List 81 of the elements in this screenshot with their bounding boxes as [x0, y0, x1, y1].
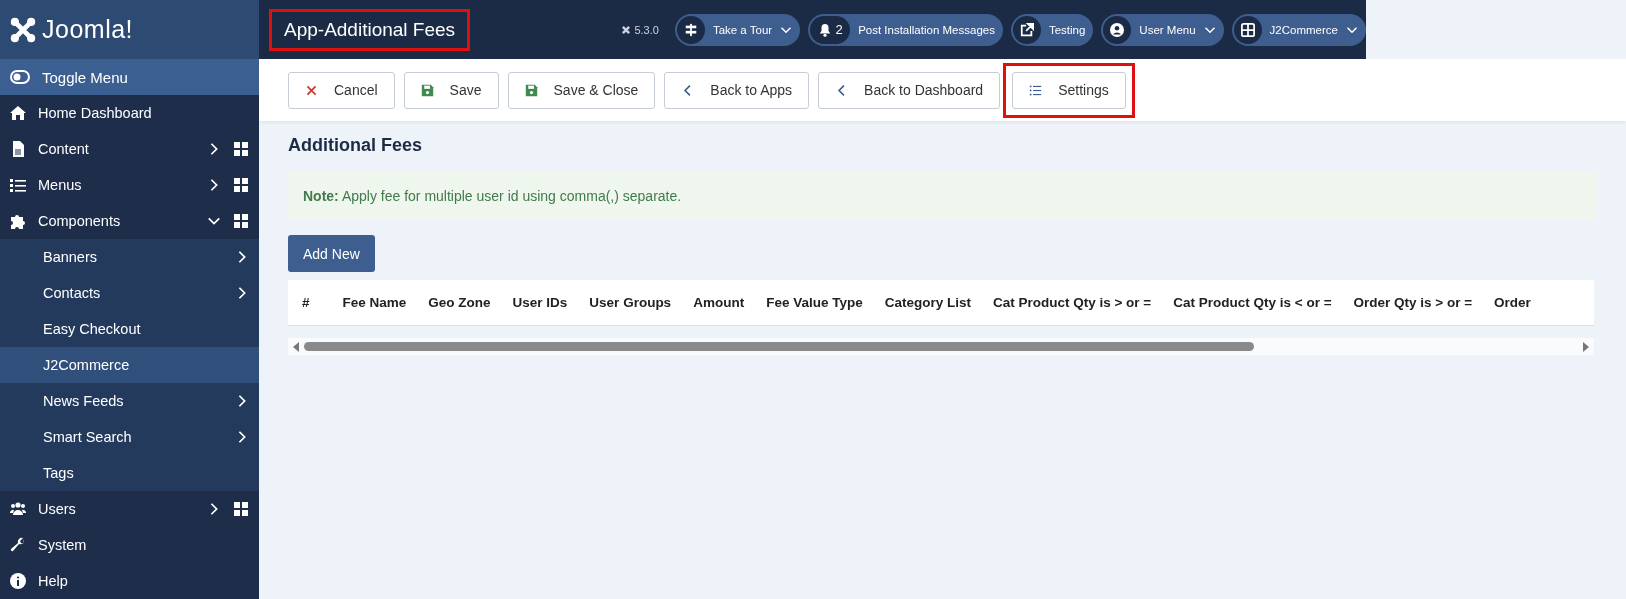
list-icon — [10, 177, 26, 193]
sidebar-item[interactable]: News Feeds — [0, 383, 259, 419]
puzzle-icon — [10, 213, 26, 229]
sidebar-item[interactable]: Contacts — [0, 275, 259, 311]
header-menu-button[interactable]: Take a Tour — [674, 13, 801, 46]
notification-count: 2 — [835, 22, 843, 37]
sidebar-item[interactable]: Easy Checkout — [0, 311, 259, 347]
sidebar-item-label: News Feeds — [43, 393, 125, 409]
toolbar-button[interactable]: Cancel — [288, 71, 395, 109]
toolbar-button[interactable]: Save & Close — [507, 71, 656, 109]
sidebar-item[interactable]: Home Dashboard — [0, 95, 259, 131]
column-header: Amount — [692, 295, 746, 310]
sidebar-item-label: J2Commerce — [43, 357, 131, 373]
toolbar-button[interactable]: Back to Dashboard — [818, 71, 1001, 109]
column-header: Category List — [883, 295, 972, 310]
grid-icon — [1240, 22, 1255, 37]
close-icon — [305, 83, 318, 97]
toolbar-button[interactable]: Save — [403, 71, 499, 109]
user-circle-icon — [1110, 22, 1125, 37]
signpost-icon — [683, 22, 698, 37]
sidebar-item[interactable]: Help — [0, 563, 259, 599]
sidebar-item-label: Content — [38, 141, 90, 157]
sidebar-item-label: Tags — [43, 465, 75, 481]
wrench-icon — [10, 537, 26, 553]
column-header: User IDs — [511, 295, 569, 310]
info-icon — [10, 573, 26, 589]
note-message: Note: Apply fee for multiple user id using comma(,) separate. — [288, 172, 1597, 220]
header-menu-button[interactable]: 2 Post Installation Messages — [808, 13, 1003, 46]
page-title: App-Additional Fees — [269, 8, 471, 51]
sidebar-item-label: Banners — [43, 249, 98, 265]
sidebar-item-label: Home Dashboard — [38, 105, 153, 121]
document-icon — [10, 141, 26, 157]
sidebar-item[interactable]: Components — [0, 203, 259, 239]
section-heading: Additional Fees — [288, 135, 422, 156]
header-menu-button[interactable]: J2Commerce — [1231, 13, 1366, 46]
scrollbar-thumb[interactable] — [304, 342, 1254, 351]
joomla-logo-icon — [10, 16, 36, 43]
horizontal-scrollbar[interactable] — [288, 338, 1594, 355]
column-header: Cat Product Qty is > or = — [991, 295, 1153, 310]
sidebar-item[interactable]: Smart Search — [0, 419, 259, 455]
sidebar-item[interactable]: Users — [0, 491, 259, 527]
column-header: Fee Value Type — [765, 295, 864, 310]
header-menu-button[interactable]: Testing — [1010, 13, 1094, 46]
users-icon — [10, 501, 26, 517]
scroll-right-icon — [1582, 341, 1590, 352]
column-header: Order Qty is > or = — [1352, 295, 1474, 310]
sidebar-item-label: System — [38, 537, 88, 553]
column-header: Fee Name — [341, 295, 408, 310]
column-header: # — [301, 295, 311, 310]
joomla-small-icon — [621, 24, 632, 35]
sidebar-item[interactable]: Menus — [0, 167, 259, 203]
home-icon — [10, 105, 26, 121]
column-header: Cat Product Qty is < or = — [1172, 295, 1333, 310]
sidebar-item[interactable]: Tags — [0, 455, 259, 491]
scroll-left-icon — [292, 341, 300, 352]
add-new-button[interactable]: Add New — [288, 235, 375, 272]
column-header: Geo Zone — [427, 295, 492, 310]
sidebar-item[interactable]: System — [0, 527, 259, 563]
sidebar-item-label: Help — [38, 573, 69, 589]
toolbar-button[interactable]: Settings — [1012, 71, 1126, 109]
sidebar-item-label: Menus — [38, 177, 83, 193]
toggle-menu[interactable]: Toggle Menu — [0, 59, 259, 95]
header-menu-button[interactable]: User Menu — [1101, 13, 1224, 46]
sidebar-item[interactable]: Banners — [0, 239, 259, 275]
list-icon — [1029, 83, 1043, 97]
version-label: 5.3.0 — [634, 23, 659, 36]
toggle-menu-label: Toggle Menu — [42, 68, 128, 86]
sidebar-item-label: Easy Checkout — [43, 321, 142, 337]
sidebar-item-label: Contacts — [43, 285, 102, 301]
column-header: User Groups — [588, 295, 673, 310]
toolbar-button[interactable]: Back to Apps — [664, 71, 810, 109]
bell-icon — [817, 22, 832, 37]
sidebar-item-label: Smart Search — [43, 429, 133, 445]
brand-name: Joomla! — [42, 15, 134, 44]
sidebar-item[interactable]: Content — [0, 131, 259, 167]
sidebar-item-label: Users — [38, 501, 77, 517]
column-header: Order — [1493, 295, 1532, 310]
external-link-icon — [1019, 22, 1034, 37]
sidebar-item[interactable]: J2Commerce — [0, 347, 259, 383]
sidebar-item-label: Components — [38, 213, 122, 229]
toggle-icon — [10, 70, 30, 84]
